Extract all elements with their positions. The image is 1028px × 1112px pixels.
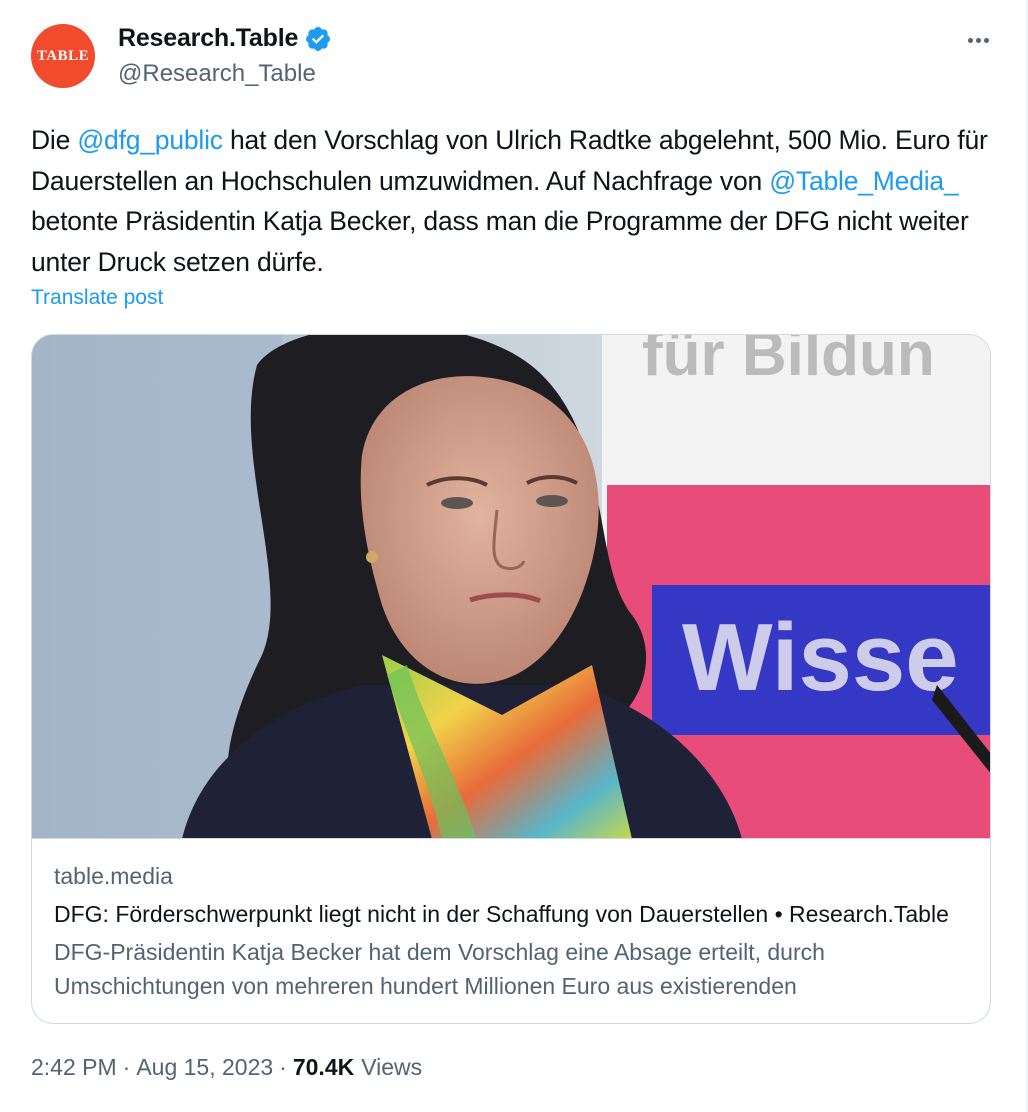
tweet-time[interactable]: 2:42 PM — [31, 1054, 117, 1081]
card-title[interactable]: DFG: Förderschwerpunkt liegt nicht in de… — [54, 901, 970, 928]
more-dot-icon — [967, 37, 973, 43]
avatar-logo-text: TABLE — [36, 47, 90, 64]
meta-separator: · — [279, 1054, 287, 1080]
translate-post-link[interactable]: Translate post — [31, 286, 163, 310]
verified-badge-icon[interactable] — [304, 25, 332, 53]
mention-link[interactable]: @dfg_public — [77, 125, 223, 155]
card-image[interactable]: Wisse für Bildun — [32, 335, 990, 839]
author-name-row: Research.Table — [118, 24, 332, 53]
background-sign-text: Wisse — [682, 604, 959, 711]
background-sign-top-text: für Bildun — [642, 335, 935, 389]
author-handle[interactable]: @Research_Table — [118, 60, 316, 88]
more-dot-icon — [975, 37, 981, 43]
tweet-date[interactable]: Aug 15, 2023 — [136, 1054, 273, 1081]
tweet-text-segment: betonte Präsidentin Katja Becker, dass m… — [31, 206, 969, 277]
avatar[interactable]: TABLE — [31, 24, 95, 88]
link-preview-card[interactable]: Wisse für Bildun table.media DFG: Förder… — [31, 334, 991, 1024]
card-description[interactable]: DFG-Präsidentin Katja Becker hat dem Vor… — [54, 935, 970, 1003]
author-display-name[interactable]: Research.Table — [118, 24, 298, 53]
card-photo: Wisse für Bildun — [32, 335, 990, 838]
tweet-container: TABLE Research.Table @Research_Table Die… — [0, 0, 1028, 1112]
tweet-text: Die @dfg_public hat den Vorschlag von Ul… — [31, 120, 1001, 282]
mention-link[interactable]: @Table_Media_ — [769, 166, 959, 196]
views-count[interactable]: 70.4K — [293, 1054, 354, 1081]
meta-separator: · — [122, 1054, 131, 1080]
tweet-metadata: 2:42 PM · Aug 15, 2023 · 70.4K Views — [31, 1054, 422, 1081]
views-label: Views — [361, 1054, 423, 1080]
more-dot-icon — [983, 37, 989, 43]
tweet-text-segment: Die — [31, 125, 78, 155]
more-options-button[interactable] — [962, 26, 994, 54]
card-domain[interactable]: table.media — [54, 863, 173, 890]
